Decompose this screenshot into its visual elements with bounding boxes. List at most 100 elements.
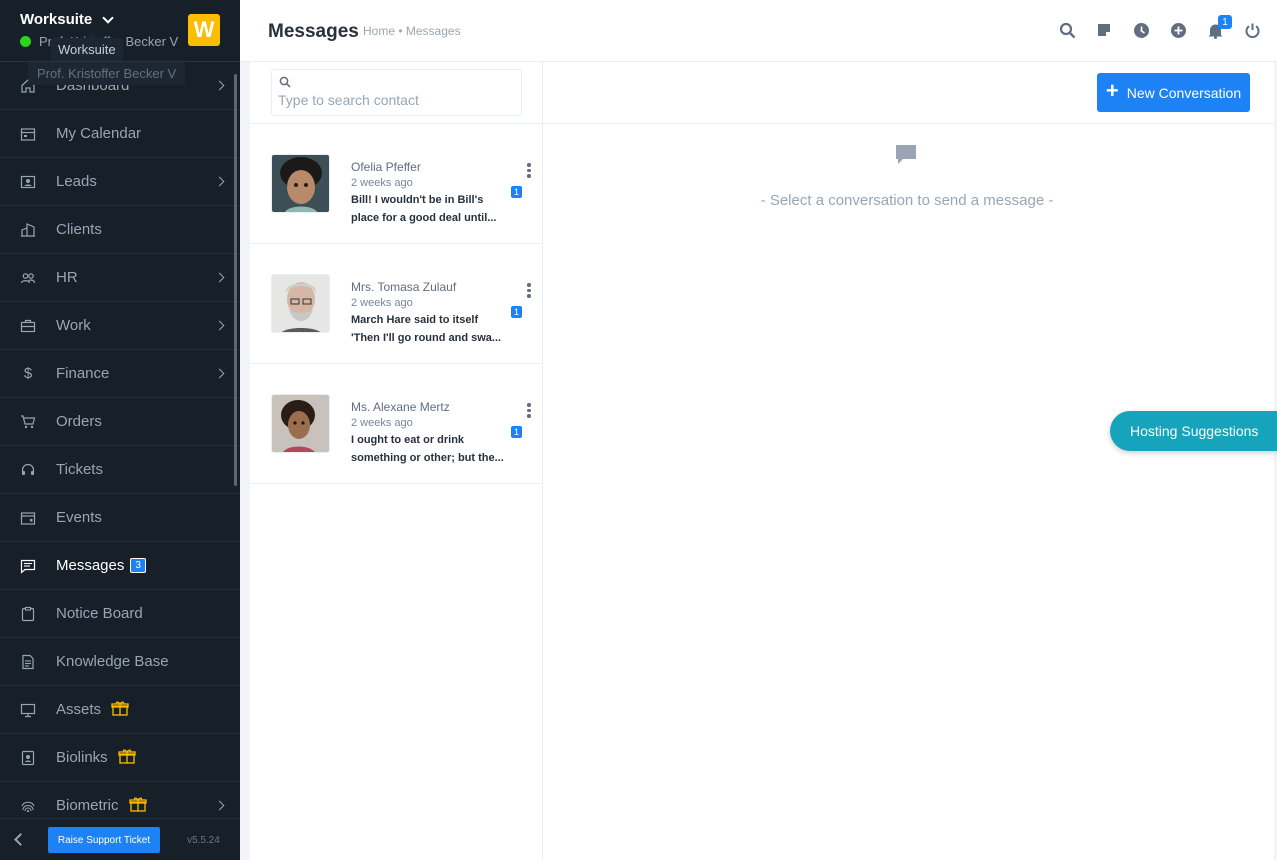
contact-item[interactable]: Mrs. Tomasa Zulauf 2 weeks ago March Har… xyxy=(250,244,542,364)
chat-bubble-icon xyxy=(895,144,917,171)
chevron-right-icon xyxy=(214,800,225,811)
search-icon[interactable] xyxy=(1058,21,1076,39)
person-badge-icon xyxy=(20,750,36,766)
conversation-toolbar: + New Conversation xyxy=(543,62,1274,124)
contact-name: Mrs. Tomasa Zulauf xyxy=(351,280,457,294)
sidebar: Worksuite Prof. Kristoffer Becker V W Wo… xyxy=(0,0,240,860)
sidebar-header: Worksuite Prof. Kristoffer Becker V W Wo… xyxy=(0,0,240,62)
plus-circle-icon[interactable] xyxy=(1169,21,1187,39)
clipboard-icon xyxy=(20,606,36,622)
more-options-icon[interactable] xyxy=(527,163,531,178)
message-preview-line: 'Then I'll go round and swa... xyxy=(351,332,502,344)
gift-icon xyxy=(128,796,147,816)
chevron-down-icon xyxy=(102,11,114,24)
bell-icon[interactable]: 1 xyxy=(1206,15,1232,39)
chat-icon xyxy=(20,558,36,574)
sidebar-item-messages[interactable]: Messages 3 xyxy=(0,542,240,590)
sticky-note-icon[interactable] xyxy=(1095,21,1113,39)
sidebar-item-events[interactable]: Events xyxy=(0,494,240,542)
notification-count-badge: 1 xyxy=(1218,15,1232,29)
id-card-icon xyxy=(20,174,36,190)
sidebar-item-notice-board[interactable]: Notice Board xyxy=(0,590,240,638)
message-preview-line: Bill! I wouldn't be in Bill's xyxy=(351,194,484,206)
sidebar-item-label: Knowledge Base xyxy=(56,653,169,670)
user-name-tooltip: Prof. Kristoffer Becker V xyxy=(28,62,186,85)
sidebar-item-assets[interactable]: Assets xyxy=(0,686,240,734)
gift-icon xyxy=(118,748,136,768)
contact-name: Ms. Alexane Mertz xyxy=(351,400,450,414)
unread-count-badge: 1 xyxy=(511,426,522,438)
search-contact-input[interactable] xyxy=(278,92,508,108)
conversation-panel: + New Conversation - Select a conversati… xyxy=(543,62,1274,860)
clock-icon[interactable] xyxy=(1132,21,1150,39)
contact-item[interactable]: Ms. Alexane Mertz 2 weeks ago I ought to… xyxy=(250,364,542,484)
app-switcher[interactable]: Worksuite xyxy=(20,11,114,28)
sidebar-item-clients[interactable]: Clients xyxy=(0,206,240,254)
sidebar-item-label: Events xyxy=(56,509,102,526)
document-icon xyxy=(20,654,36,670)
plus-icon: + xyxy=(1105,78,1119,103)
top-header: Messages Home • Messages 1 xyxy=(240,0,1277,62)
sidebar-item-label: Finance xyxy=(56,365,110,382)
app-name-tooltip: Worksuite xyxy=(51,33,123,61)
contact-time: 2 weeks ago xyxy=(351,417,413,429)
monitor-icon xyxy=(20,702,36,718)
sidebar-nav: Dashboard My Calendar Leads Clients HR W… xyxy=(0,62,240,830)
headset-icon xyxy=(20,462,36,478)
sidebar-item-label: Biolinks xyxy=(56,749,108,766)
chevron-right-icon xyxy=(214,272,225,283)
new-conversation-label: New Conversation xyxy=(1126,84,1242,101)
more-options-icon[interactable] xyxy=(527,283,531,298)
sidebar-item-label: Work xyxy=(56,317,91,334)
sidebar-item-biolinks[interactable]: Biolinks xyxy=(0,734,240,782)
people-icon xyxy=(20,270,36,286)
unread-count-badge: 1 xyxy=(511,306,522,318)
chevron-right-icon xyxy=(214,176,225,187)
briefcase-icon xyxy=(20,318,36,334)
empty-conversation-message: - Select a conversation to send a messag… xyxy=(760,192,1054,209)
search-icon xyxy=(279,75,291,93)
contact-item[interactable]: Ofelia Pfeffer 2 weeks ago Bill! I would… xyxy=(250,124,542,244)
sidebar-item-label: My Calendar xyxy=(56,125,142,142)
page-title: Messages xyxy=(268,21,359,42)
sidebar-item-label: Leads xyxy=(56,173,97,190)
collapse-sidebar-icon[interactable] xyxy=(14,833,27,846)
sidebar-item-my-calendar[interactable]: My Calendar xyxy=(0,110,240,158)
chevron-right-icon xyxy=(214,80,225,91)
power-icon[interactable] xyxy=(1243,21,1261,39)
sidebar-item-work[interactable]: Work xyxy=(0,302,240,350)
fingerprint-icon xyxy=(20,798,36,814)
message-preview-line: I ought to eat or drink xyxy=(351,434,465,446)
chevron-right-icon xyxy=(214,320,225,331)
chevron-right-icon xyxy=(214,368,225,379)
contact-last-message: March Hare said to itself 'Then I'll go … xyxy=(351,311,509,347)
contact-time: 2 weeks ago xyxy=(351,177,413,189)
sidebar-item-finance[interactable]: $ Finance xyxy=(0,350,240,398)
contact-search[interactable] xyxy=(271,69,522,116)
more-options-icon[interactable] xyxy=(527,403,531,418)
new-conversation-button[interactable]: + New Conversation xyxy=(1097,73,1250,112)
sidebar-item-label: Assets xyxy=(56,701,102,718)
header-actions: 1 xyxy=(1058,15,1261,39)
sidebar-item-hr[interactable]: HR xyxy=(0,254,240,302)
online-status-icon xyxy=(20,36,31,47)
company-logo: W xyxy=(188,14,220,46)
message-preview-line: March Hare said to itself xyxy=(351,314,479,326)
dollar-icon: $ xyxy=(23,365,33,382)
sidebar-scrollbar[interactable] xyxy=(234,74,237,486)
breadcrumb: Home • Messages xyxy=(363,24,461,38)
sidebar-item-orders[interactable]: Orders xyxy=(0,398,240,446)
sidebar-item-leads[interactable]: Leads xyxy=(0,158,240,206)
sidebar-item-label: HR xyxy=(56,269,78,286)
unread-count-badge: 1 xyxy=(511,186,522,198)
sidebar-item-label: Biometric xyxy=(56,797,119,814)
avatar xyxy=(271,154,330,213)
hosting-suggestions-button[interactable]: Hosting Suggestions xyxy=(1110,411,1277,451)
sidebar-item-label: Orders xyxy=(56,413,102,430)
raise-support-ticket-button[interactable]: Raise Support Ticket xyxy=(48,827,160,853)
contact-last-message: I ought to eat or drink something or oth… xyxy=(351,431,509,467)
avatar xyxy=(271,394,330,453)
sidebar-item-tickets[interactable]: Tickets xyxy=(0,446,240,494)
calendar-icon xyxy=(20,126,36,142)
sidebar-item-knowledge-base[interactable]: Knowledge Base xyxy=(0,638,240,686)
